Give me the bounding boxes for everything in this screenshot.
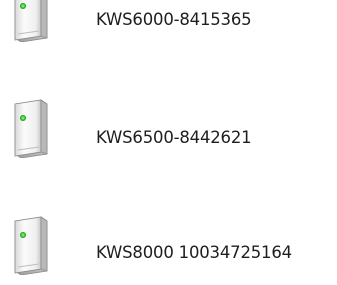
device-name: KWS6000-8415365 [96,10,252,29]
server-tower-icon [14,0,48,42]
device-item[interactable]: KWS6500-8442621 [0,98,337,168]
server-tower-icon [14,99,48,158]
device-name: KWS6500-8442621 [96,128,252,147]
device-list: KWS6000-8415365 KWS6500-8442621 KWS8000 … [0,0,337,275]
device-item[interactable]: KWS8000 10034725164 [0,215,337,285]
server-tower-icon [14,216,48,275]
device-item[interactable]: KWS6000-8415365 [0,0,337,52]
device-name: KWS8000 10034725164 [96,243,292,262]
